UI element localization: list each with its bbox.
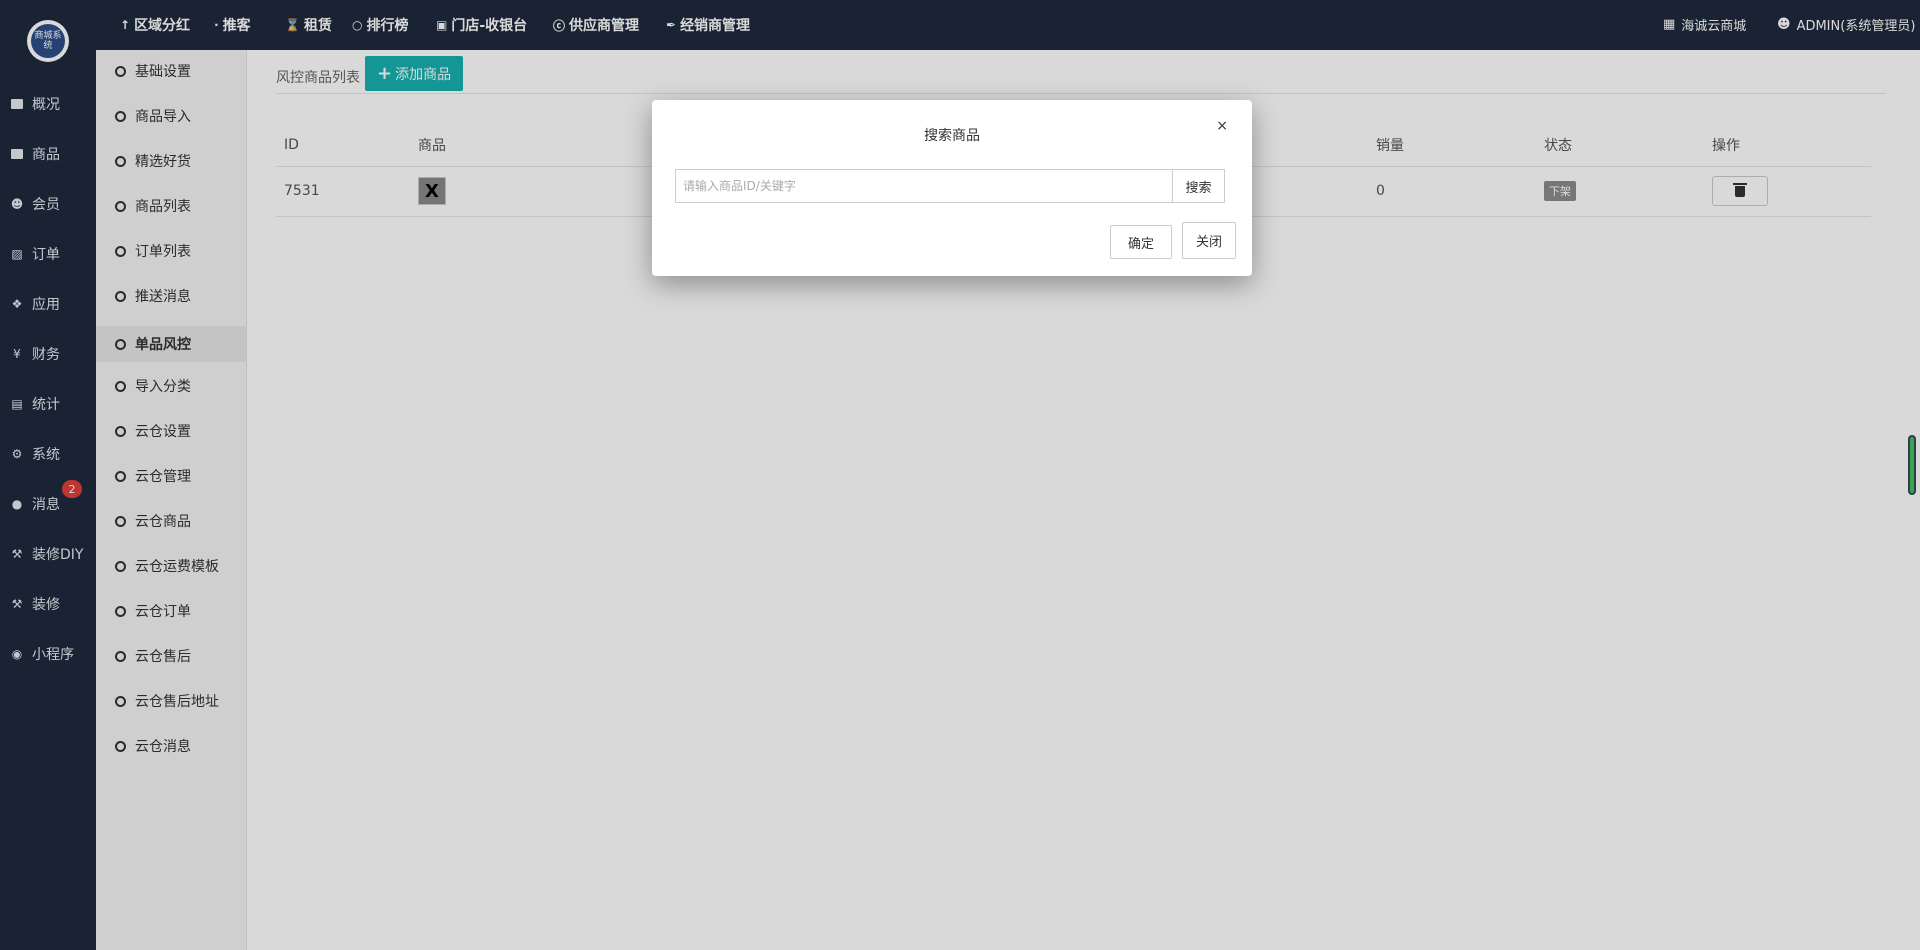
modal-title: 搜索商品: [924, 128, 980, 144]
close-icon[interactable]: ×: [1216, 118, 1228, 134]
search-goods-modal: 搜索商品 × 搜索 确定 关闭: [652, 100, 1252, 276]
search-input[interactable]: [675, 169, 1173, 203]
confirm-button[interactable]: 确定: [1110, 225, 1172, 259]
close-button[interactable]: 关闭: [1182, 222, 1236, 259]
search-button[interactable]: 搜索: [1172, 169, 1225, 203]
scroll-indicator[interactable]: [1908, 435, 1916, 495]
